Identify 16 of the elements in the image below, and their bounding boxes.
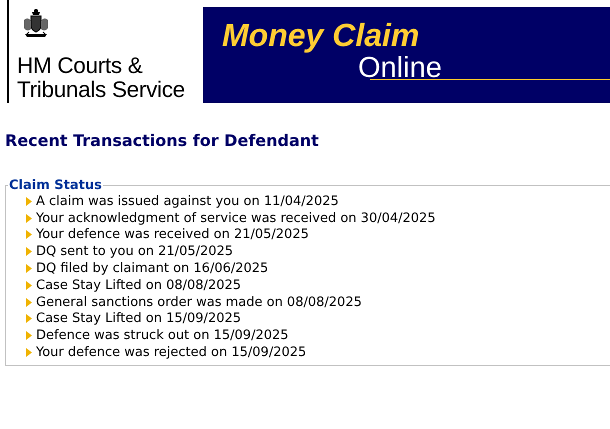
banner-title: Money Claim <box>222 17 420 53</box>
status-item: General sanctions order was made on 08/08/2025 <box>36 294 362 310</box>
status-item: DQ sent to you on 21/05/2025 <box>36 244 234 260</box>
banner-subtitle: Online <box>358 53 443 83</box>
status-item: DQ filed by claimant on 16/06/2025 <box>36 261 268 276</box>
status-item: Defence was struck out on 15/09/2025 <box>36 328 289 344</box>
page-title: Recent Transactions for Defendant <box>5 131 320 150</box>
panel-legend: Claim Status <box>8 178 103 193</box>
status-item: Your defence was rejected on 15/09/2025 <box>36 345 306 360</box>
agency-name: HM Courts & <box>17 54 144 78</box>
status-item: Your acknowledgment of service was received on 30/04/2025 <box>36 210 436 226</box>
status-item: A claim was issued against you on 11/04/2025 <box>36 194 339 209</box>
status-item: Your defence was received on 21/05/2025 <box>36 227 309 242</box>
agency-name: Tribunals Service <box>17 78 185 102</box>
status-item: Case Stay Lifted on 15/09/2025 <box>36 311 242 326</box>
status-item: Case Stay Lifted on 08/08/2025 <box>36 278 242 293</box>
